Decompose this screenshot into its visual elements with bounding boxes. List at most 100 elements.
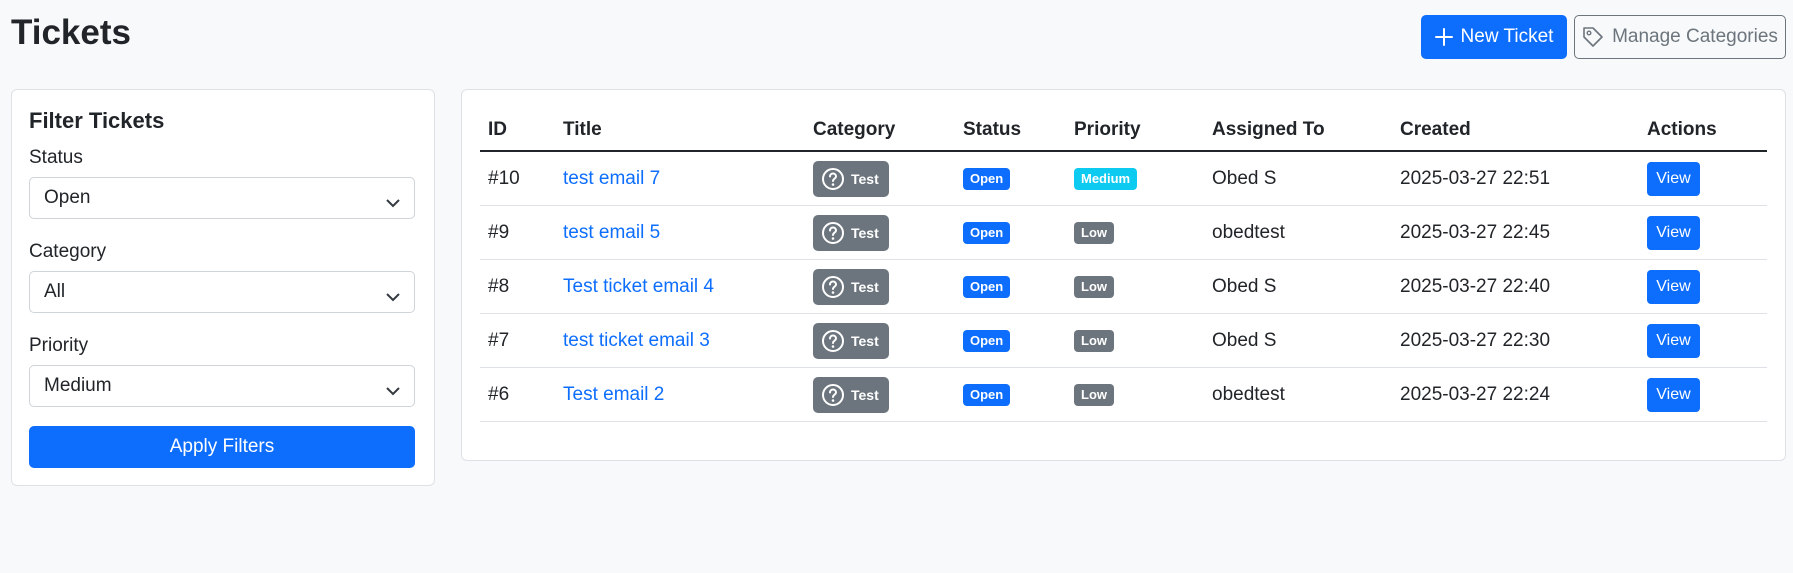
priority-filter-label: Priority [29, 335, 89, 356]
ticket-priority-cell: Low [1066, 313, 1204, 368]
column-header-assigned-to: Assigned To [1204, 110, 1392, 152]
priority-badge: Low [1074, 384, 1114, 406]
ticket-assigned-to: obedtest [1204, 367, 1392, 422]
column-header-priority: Priority [1066, 110, 1204, 152]
ticket-title-link[interactable]: test email 5 [563, 222, 660, 243]
view-ticket-button[interactable]: View [1647, 269, 1700, 304]
ticket-assigned-to: Obed S [1204, 151, 1392, 206]
tickets-table-card: ID Title Category Status Priority Assign… [461, 89, 1786, 461]
filter-title: Filter Tickets [29, 108, 165, 133]
tag-icon [1582, 26, 1604, 48]
category-select[interactable]: All [29, 271, 415, 313]
priority-badge: Low [1074, 276, 1114, 298]
ticket-title-cell: Test ticket email 4 [555, 259, 805, 314]
category-select-value: All [44, 281, 66, 302]
category-badge-label: Test [851, 278, 879, 295]
category-badge: Test [813, 376, 889, 413]
category-badge-label: Test [851, 170, 879, 187]
ticket-assigned-to: Obed S [1204, 313, 1392, 368]
ticket-title-cell: Test email 2 [555, 367, 805, 422]
ticket-created: 2025-03-27 22:40 [1392, 259, 1639, 314]
ticket-category-cell: Test [805, 259, 955, 314]
status-badge: Open [963, 330, 1011, 352]
ticket-status-cell: Open [955, 205, 1066, 260]
ticket-assigned-to: obedtest [1204, 205, 1392, 260]
column-header-title: Title [555, 110, 805, 152]
column-header-id: ID [480, 110, 555, 152]
status-badge: Open [963, 384, 1011, 406]
filter-card: Filter Tickets Status Open Category All … [11, 89, 435, 486]
table-row: #6 Test email 2 Test Open Low obedtest 2025-03… [480, 367, 1767, 422]
ticket-id: #6 [480, 367, 555, 422]
status-badge: Open [963, 222, 1011, 244]
question-circle-icon [821, 275, 845, 299]
column-header-created: Created [1392, 110, 1639, 152]
question-circle-icon [821, 383, 845, 407]
ticket-created: 2025-03-27 22:45 [1392, 205, 1639, 260]
category-badge: Test [813, 160, 889, 197]
ticket-id: #9 [480, 205, 555, 260]
question-circle-icon [821, 167, 845, 191]
table-row: #9 test email 5 Test Open Low obedtest 2025-03… [480, 205, 1767, 260]
ticket-assigned-to: Obed S [1204, 259, 1392, 314]
priority-select-value: Medium [44, 375, 112, 396]
status-select[interactable]: Open [29, 177, 415, 219]
ticket-priority-cell: Low [1066, 205, 1204, 260]
ticket-title-cell: test ticket email 3 [555, 313, 805, 368]
apply-filters-button[interactable]: Apply Filters [29, 426, 415, 468]
question-circle-icon [821, 221, 845, 245]
ticket-title-link[interactable]: Test ticket email 4 [563, 276, 714, 297]
tickets-table: ID Title Category Status Priority Assign… [480, 110, 1767, 422]
ticket-actions-cell: View [1639, 205, 1767, 260]
column-header-actions: Actions [1639, 110, 1767, 152]
question-circle-icon [821, 329, 845, 353]
ticket-priority-cell: Medium [1066, 151, 1204, 206]
ticket-actions-cell: View [1639, 151, 1767, 206]
category-badge: Test [813, 268, 889, 305]
view-ticket-button[interactable]: View [1647, 323, 1700, 358]
ticket-id: #7 [480, 313, 555, 368]
manage-categories-label: Manage Categories [1612, 26, 1778, 47]
ticket-title-cell: test email 7 [555, 151, 805, 206]
priority-select[interactable]: Medium [29, 365, 415, 407]
new-ticket-button[interactable]: New Ticket [1421, 15, 1567, 59]
category-badge-label: Test [851, 386, 879, 403]
ticket-title-link[interactable]: test email 7 [563, 168, 660, 189]
ticket-category-cell: Test [805, 205, 955, 260]
ticket-priority-cell: Low [1066, 259, 1204, 314]
status-filter-label: Status [29, 147, 83, 168]
priority-badge: Low [1074, 222, 1114, 244]
view-ticket-button[interactable]: View [1647, 215, 1700, 250]
view-ticket-button[interactable]: View [1647, 161, 1700, 196]
chevron-down-icon [386, 192, 400, 214]
ticket-actions-cell: View [1639, 367, 1767, 422]
column-header-status: Status [955, 110, 1066, 152]
view-ticket-button[interactable]: View [1647, 377, 1700, 412]
table-header-row: ID Title Category Status Priority Assign… [480, 110, 1767, 152]
category-badge-label: Test [851, 224, 879, 241]
ticket-id: #10 [480, 151, 555, 206]
priority-badge: Medium [1074, 168, 1138, 190]
category-badge: Test [813, 322, 889, 359]
new-ticket-label: New Ticket [1460, 26, 1554, 47]
ticket-status-cell: Open [955, 367, 1066, 422]
status-badge: Open [963, 276, 1011, 298]
page-title: Tickets [11, 13, 131, 52]
manage-categories-button[interactable]: Manage Categories [1574, 15, 1786, 59]
table-row: #8 Test ticket email 4 Test Open Low Obed S 20… [480, 259, 1767, 314]
ticket-actions-cell: View [1639, 259, 1767, 314]
ticket-id: #8 [480, 259, 555, 314]
column-header-category: Category [805, 110, 955, 152]
chevron-down-icon [386, 286, 400, 308]
ticket-status-cell: Open [955, 313, 1066, 368]
ticket-created: 2025-03-27 22:24 [1392, 367, 1639, 422]
plus-icon [1434, 28, 1453, 46]
ticket-created: 2025-03-27 22:30 [1392, 313, 1639, 368]
category-filter-label: Category [29, 241, 107, 262]
ticket-title-link[interactable]: test ticket email 3 [563, 330, 710, 351]
ticket-title-link[interactable]: Test email 2 [563, 384, 664, 405]
ticket-title-cell: test email 5 [555, 205, 805, 260]
ticket-status-cell: Open [955, 151, 1066, 206]
status-badge: Open [963, 168, 1011, 190]
category-badge: Test [813, 214, 889, 251]
